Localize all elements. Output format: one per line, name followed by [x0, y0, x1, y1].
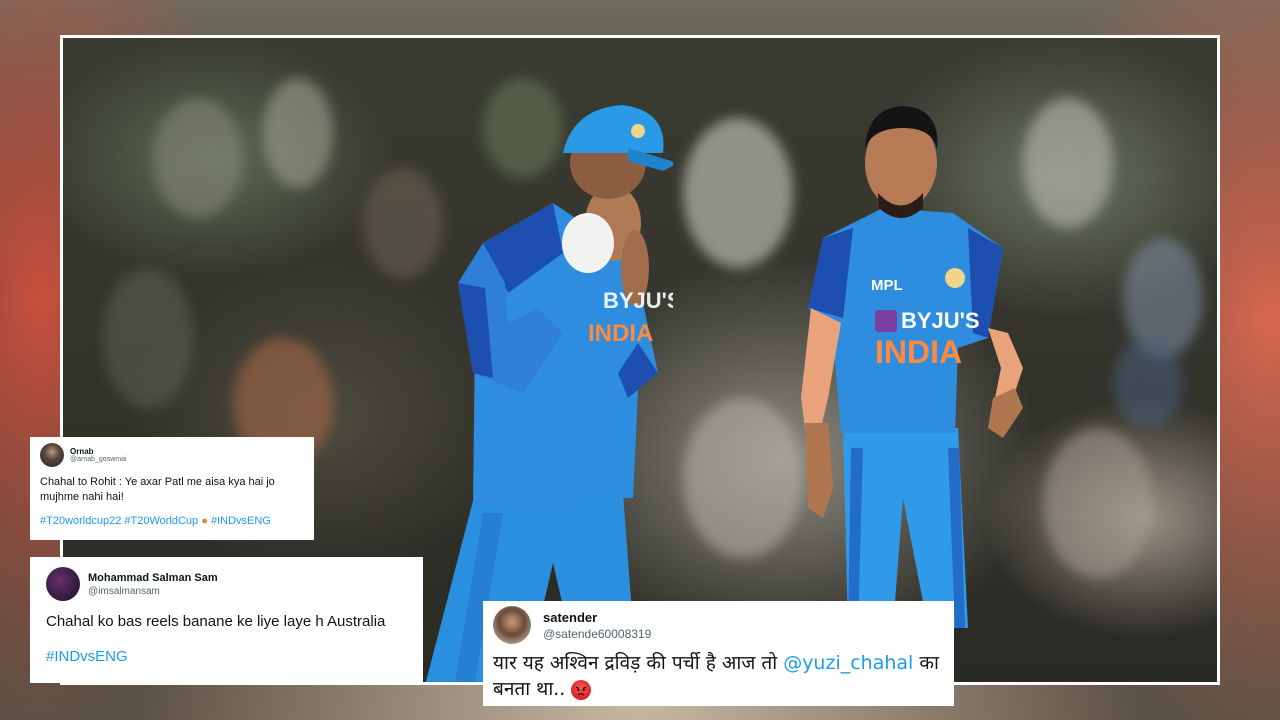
tweet-hashtag-text: #T20worldcup22 #T20WorldCup — [40, 515, 199, 527]
tweet-hashtag-text-2: #INDvsENG — [210, 515, 271, 527]
tweet-text: Chahal ko bas reels banane ke liye laye … — [46, 613, 386, 630]
tweet-text: Chahal to Rohit : Ye axar Patl me aisa k… — [40, 476, 275, 503]
avatar — [40, 443, 64, 467]
avatar — [46, 567, 80, 601]
tweet-author-name: Mohammad Salman Sam — [88, 571, 218, 584]
tweet-author-name: Ornab — [70, 447, 94, 456]
tweet-hashtags: #T20worldcup22 #T20WorldCup ● #INDvsENG — [40, 515, 304, 527]
tweet-author-name: satender — [543, 609, 598, 625]
angry-face-icon — [571, 679, 592, 700]
tweet-author-handle: @arnab_goswmai — [70, 456, 127, 463]
tweet-author-handle: @imsalmansam — [88, 585, 160, 597]
tweet-card-ornab: Ornab @arnab_goswmai Chahal to Rohit : Y… — [30, 437, 314, 540]
jersey-team-right: INDIA — [875, 334, 962, 370]
tweet-author-handle: @satende60008319 — [543, 626, 652, 641]
folded-hands-icon: ● — [201, 515, 208, 527]
player-left: BYJU'S INDIA — [425, 105, 673, 682]
tweet-mention-link[interactable]: @yuzi_chahal — [783, 652, 913, 674]
jersey-sponsor-right: BYJU'S — [901, 308, 980, 333]
tweet-card-salman: Mohammad Salman Sam @imsalmansam Chahal … — [30, 557, 423, 683]
player-right: MPL BYJU'S INDIA — [801, 106, 1023, 628]
avatar — [493, 606, 531, 644]
tweet-text: यार यह अश्विन द्रविड़ की पर्ची है आज तो … — [493, 650, 944, 702]
jersey-logo-right: MPL — [871, 277, 903, 294]
tweet-card-satender: satender @satende60008319 यार यह अश्विन … — [483, 601, 954, 706]
tweet-header: Mohammad Salman Sam @imsalmansam — [46, 567, 407, 601]
tweet-text-part-1: यार यह अश्विन द्रविड़ की पर्ची है आज तो — [493, 652, 784, 674]
tweet-header: Ornab @arnab_goswmai — [40, 443, 304, 467]
tweet-header: satender @satende60008319 — [493, 606, 944, 644]
tweet-hashtags: #INDvsENG — [46, 648, 128, 665]
jersey-sponsor-left: BYJU'S — [603, 288, 673, 313]
jersey-team-left: INDIA — [588, 320, 653, 347]
